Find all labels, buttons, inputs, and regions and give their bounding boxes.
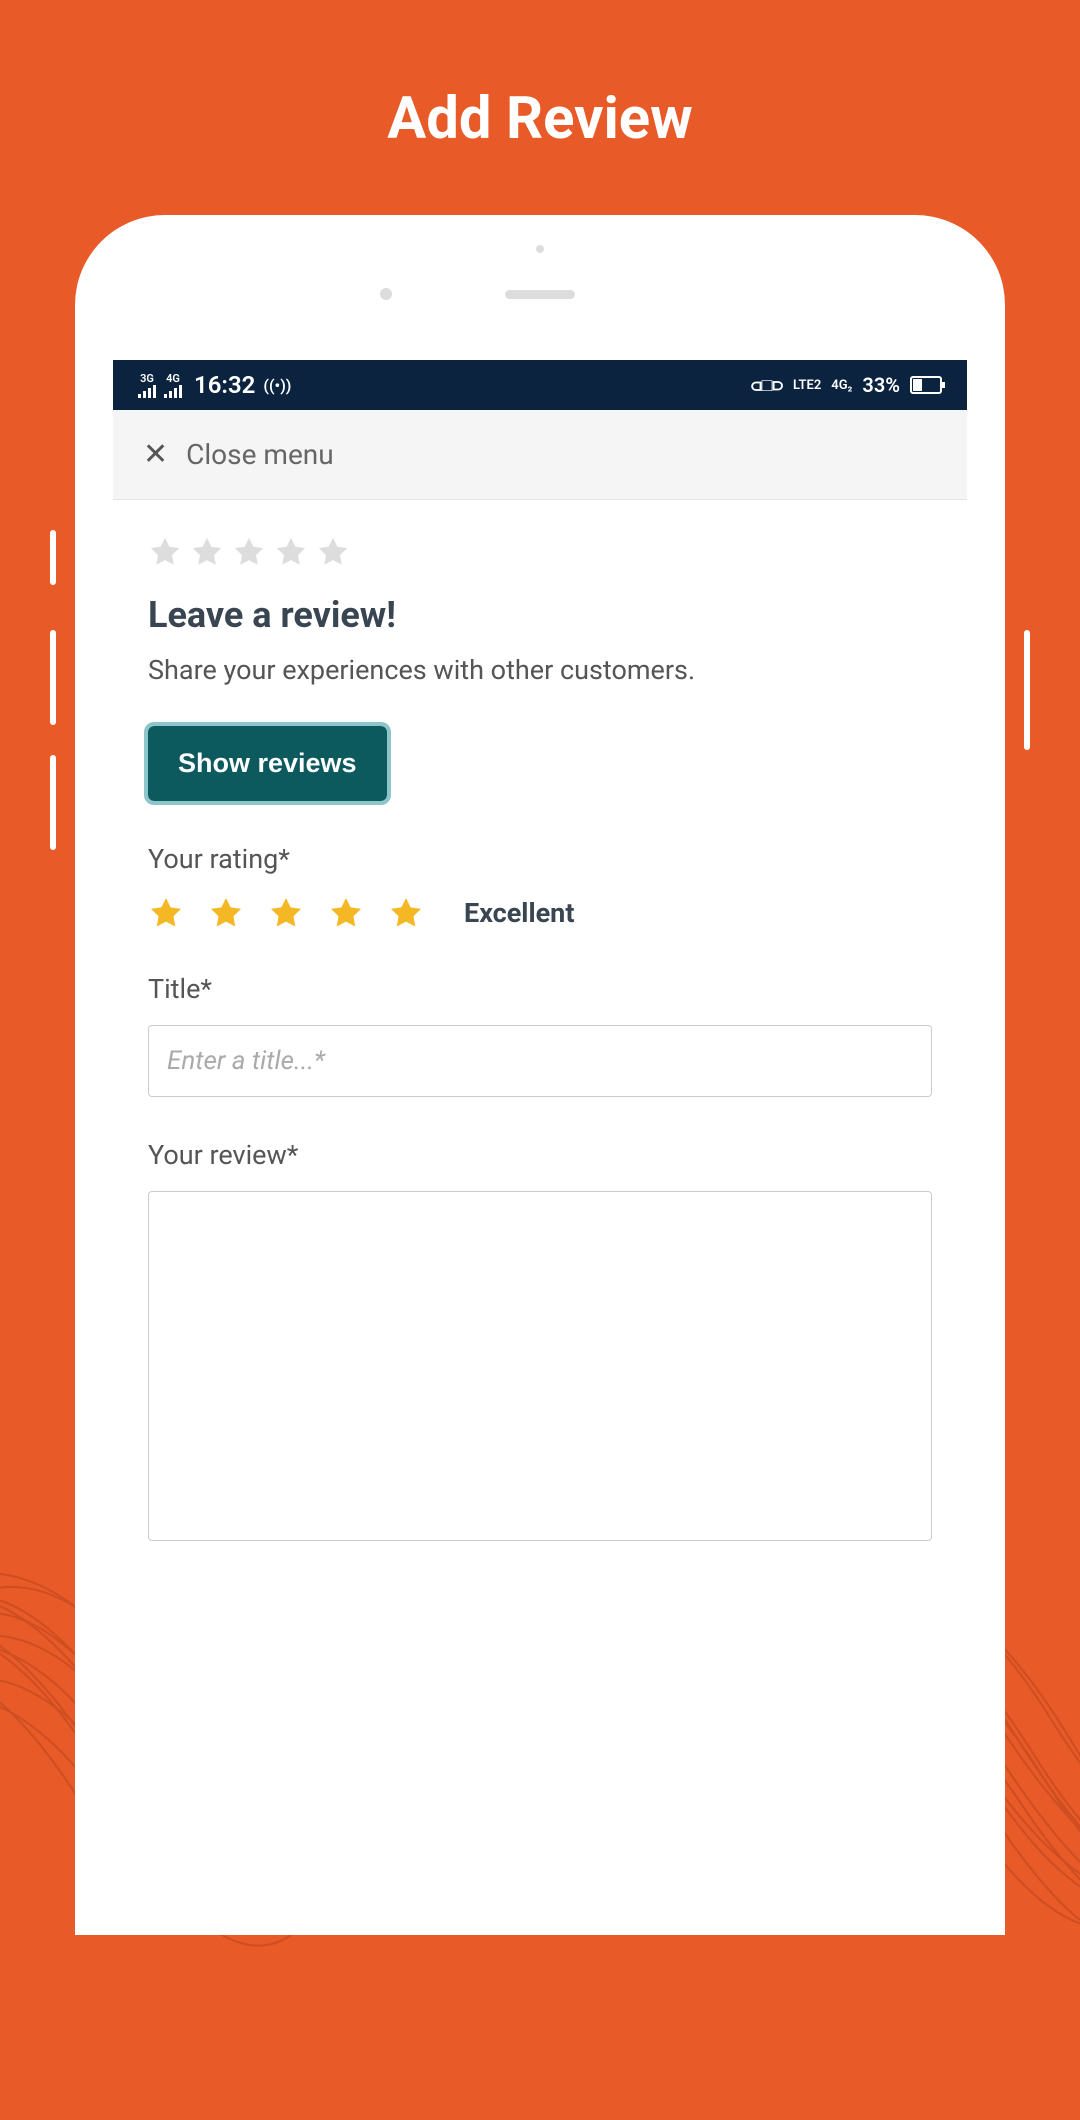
signal-label: 3G	[140, 373, 154, 384]
battery-percent: 33%	[862, 373, 900, 397]
review-textarea[interactable]	[148, 1191, 932, 1541]
phone-side-button	[50, 630, 56, 725]
status-bar: 3G 4G 1	[113, 360, 967, 410]
phone-speaker	[505, 290, 575, 299]
star-icon	[232, 535, 266, 569]
star-icon[interactable]	[388, 895, 424, 931]
star-icon	[190, 535, 224, 569]
rating-row: Excellent	[148, 895, 932, 931]
star-icon[interactable]	[328, 895, 364, 931]
rating-text: Excellent	[464, 897, 574, 929]
rating-label: Your rating*	[148, 843, 932, 875]
star-icon	[274, 535, 308, 569]
title-label: Title*	[148, 973, 932, 1005]
review-heading: Leave a review!	[148, 594, 932, 636]
phone-camera	[380, 288, 392, 300]
network-label: 4G₂	[831, 378, 852, 393]
star-icon	[148, 535, 182, 569]
phone-side-button	[50, 755, 56, 850]
hotspot-icon: ((•))	[263, 376, 291, 395]
star-icon[interactable]	[268, 895, 304, 931]
star-icon[interactable]	[148, 895, 184, 931]
phone-side-button	[50, 530, 56, 585]
review-content: Leave a review! Share your experiences w…	[113, 500, 967, 1575]
show-reviews-button[interactable]: Show reviews	[148, 726, 387, 801]
close-menu-button[interactable]: ✕ Close menu	[113, 410, 967, 500]
status-left: 3G 4G 1	[138, 371, 291, 399]
star-icon	[316, 535, 350, 569]
page-title: Add Review	[0, 0, 1080, 153]
rating-stars[interactable]	[148, 895, 424, 931]
signal-3g-icon: 3G	[138, 373, 156, 398]
signal-label: 4G	[166, 373, 180, 384]
review-subheading: Share your experiences with other custom…	[148, 654, 932, 686]
lte-label: LTE2	[793, 378, 821, 393]
battery-icon	[910, 376, 942, 394]
status-right: ⫏□⫐ LTE2 4G₂ 33%	[751, 373, 942, 397]
phone-screen: 3G 4G 1	[113, 360, 967, 1935]
review-label: Your review*	[148, 1139, 932, 1171]
close-menu-label: Close menu	[186, 438, 334, 471]
status-time: 16:32	[194, 371, 255, 399]
close-icon: ✕	[143, 437, 168, 472]
phone-frame: 3G 4G 1	[75, 215, 1005, 1935]
current-rating-stars	[148, 535, 932, 569]
star-icon[interactable]	[208, 895, 244, 931]
phone-sensor	[536, 245, 544, 253]
phone-side-button	[1024, 630, 1030, 750]
vibrate-icon: ⫏□⫐	[751, 375, 783, 396]
title-input[interactable]	[148, 1025, 932, 1097]
signal-4g-icon: 4G	[164, 373, 182, 398]
